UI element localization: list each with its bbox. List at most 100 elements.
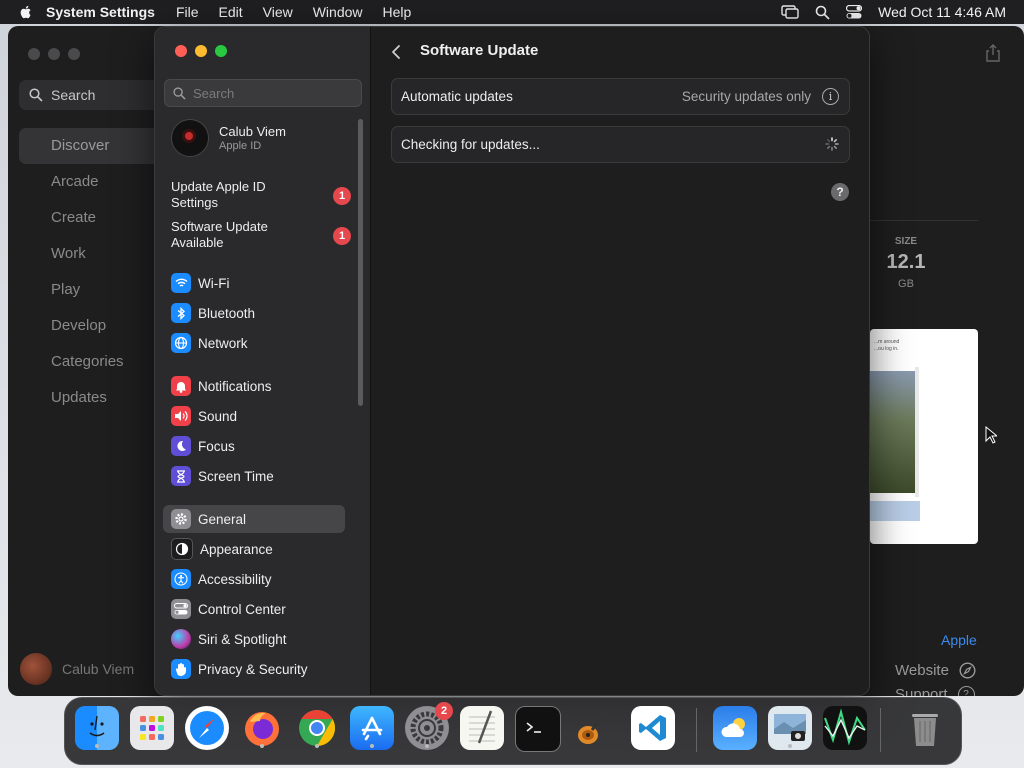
menu-bar-clock[interactable]: Wed Oct 11 4:46 AM xyxy=(878,4,1006,20)
dock-safari-icon[interactable] xyxy=(185,706,229,750)
size-unit: GB xyxy=(898,278,914,290)
siri-icon xyxy=(171,629,191,649)
dock-preview-icon[interactable] xyxy=(768,706,812,750)
size-value: 12.1 xyxy=(886,251,926,273)
info-icon[interactable]: i xyxy=(822,88,839,105)
sidebar-item-network[interactable]: Network xyxy=(163,329,345,357)
sidebar-item-focus[interactable]: Focus xyxy=(163,432,345,460)
software-update-pane: Software Update Automatic updates Securi… xyxy=(371,27,869,695)
speaker-icon xyxy=(171,406,191,426)
dock-weather-icon[interactable] xyxy=(713,706,757,750)
sidebar-item-bluetooth[interactable]: Bluetooth xyxy=(163,299,345,327)
close-button-inactive[interactable] xyxy=(28,48,40,60)
sidebar-search-field[interactable]: Search xyxy=(164,79,362,107)
sidebar-item-label: Sound xyxy=(198,408,238,424)
sidebar-item-control-center[interactable]: Control Center xyxy=(163,595,345,623)
developer-link[interactable]: Apple xyxy=(941,632,977,648)
loading-spinner-icon xyxy=(825,137,839,151)
control-center-icon[interactable] xyxy=(846,5,863,19)
wifi-icon xyxy=(171,273,191,293)
appearance-icon xyxy=(171,538,193,560)
software-update-notice[interactable]: Software Update Available 1 xyxy=(171,219,351,251)
preview-button-shape xyxy=(870,501,920,521)
notice-label: Update Apple ID Settings xyxy=(171,179,266,210)
preview-frame xyxy=(915,367,919,497)
sidebar-item-general[interactable]: General xyxy=(163,505,345,533)
screenshot-preview[interactable]: ...m around ...ou log in. xyxy=(870,329,978,544)
dock-finder-icon[interactable] xyxy=(75,706,119,750)
dock-separator xyxy=(696,708,697,752)
menu-view[interactable]: View xyxy=(263,4,293,20)
spotlight-search-icon[interactable] xyxy=(815,5,830,20)
menu-window[interactable]: Window xyxy=(313,4,363,20)
sidebar-item-notifications[interactable]: Notifications xyxy=(163,372,345,400)
compass-icon xyxy=(959,662,976,679)
dock-system-settings-icon[interactable]: 2 xyxy=(405,702,453,750)
sidebar-scrollbar[interactable] xyxy=(358,119,363,406)
update-apple-id-notice[interactable]: Update Apple ID Settings 1 xyxy=(171,179,351,211)
settings-sidebar: Search Calub Viem Apple ID Update Apple … xyxy=(155,27,371,695)
sidebar-item-label: Control Center xyxy=(198,601,286,617)
dock-trash-icon[interactable] xyxy=(903,706,947,750)
menu-file[interactable]: File xyxy=(176,4,199,20)
website-link[interactable]: Website xyxy=(895,662,976,679)
dock-separator xyxy=(880,708,881,752)
support-link[interactable]: Support ? xyxy=(895,686,975,696)
search-icon xyxy=(29,88,43,102)
app-store-account[interactable]: Calub Viem xyxy=(20,653,134,685)
minimize-button[interactable] xyxy=(195,45,207,57)
window-traffic-lights xyxy=(175,45,227,57)
size-label: SIZE xyxy=(894,236,918,247)
notice-label: Software Update Available xyxy=(171,219,268,250)
account-name: Calub Viem xyxy=(219,124,286,139)
notification-badge: 1 xyxy=(333,187,351,205)
dock-vscode-icon[interactable] xyxy=(631,706,675,750)
share-icon[interactable] xyxy=(985,44,1001,62)
zoom-button-inactive[interactable] xyxy=(68,48,80,60)
dock-firefox-icon[interactable] xyxy=(240,706,284,750)
sidebar-item-screen-time[interactable]: Screen Time xyxy=(163,462,345,490)
sidebar-item-sound[interactable]: Sound xyxy=(163,402,345,430)
app-name-menu[interactable]: System Settings xyxy=(46,4,155,20)
search-icon xyxy=(173,86,186,100)
sidebar-item-privacy-security[interactable]: Privacy & Security xyxy=(163,655,345,683)
apple-id-account[interactable]: Calub Viem Apple ID xyxy=(171,119,286,157)
running-indicator xyxy=(95,744,99,748)
close-button[interactable] xyxy=(175,45,187,57)
bell-icon xyxy=(171,376,191,396)
sidebar-item-appearance[interactable]: Appearance xyxy=(163,535,345,563)
apple-menu-icon[interactable] xyxy=(18,4,34,20)
app-size-info: SIZE 12.1 GB xyxy=(870,236,942,290)
screen-mirroring-icon[interactable] xyxy=(781,5,799,19)
dock-chrome-icon[interactable] xyxy=(295,706,339,750)
app-store-traffic-lights xyxy=(28,48,80,60)
dock-activity-monitor-icon[interactable] xyxy=(823,706,867,750)
hourglass-icon xyxy=(171,466,191,486)
back-button-chevron-icon[interactable] xyxy=(389,43,403,61)
sidebar-item-accessibility[interactable]: Accessibility xyxy=(163,565,345,593)
notification-badge: 2 xyxy=(435,702,453,720)
preview-caption: ...m around ...ou log in. xyxy=(874,339,900,352)
checking-updates-row: Checking for updates... xyxy=(391,126,850,163)
menu-edit[interactable]: Edit xyxy=(219,4,243,20)
sidebar-item-label: Bluetooth xyxy=(198,305,256,321)
notification-badge: 1 xyxy=(333,227,351,245)
support-label: Support xyxy=(895,686,948,696)
dock-garageband-icon[interactable] xyxy=(570,706,614,750)
control-center-icon xyxy=(171,599,191,619)
hand-icon xyxy=(171,659,191,679)
zoom-button[interactable] xyxy=(215,45,227,57)
dock-app-store-icon[interactable] xyxy=(350,706,394,750)
sidebar-item-label: Accessibility xyxy=(198,571,272,587)
automatic-updates-label: Automatic updates xyxy=(401,89,513,104)
sidebar-item-siri-spotlight[interactable]: Siri & Spotlight xyxy=(163,625,345,653)
minimize-button-inactive[interactable] xyxy=(48,48,60,60)
sidebar-item-wifi[interactable]: Wi-Fi xyxy=(163,269,345,297)
page-title: Software Update xyxy=(420,42,539,59)
dock-terminal-icon[interactable] xyxy=(515,706,561,752)
dock-textedit-icon[interactable] xyxy=(460,706,504,750)
dock-launchpad-icon[interactable] xyxy=(130,706,174,750)
menu-help[interactable]: Help xyxy=(383,4,412,20)
help-button[interactable]: ? xyxy=(831,183,849,201)
automatic-updates-row[interactable]: Automatic updates Security updates only … xyxy=(391,78,850,115)
